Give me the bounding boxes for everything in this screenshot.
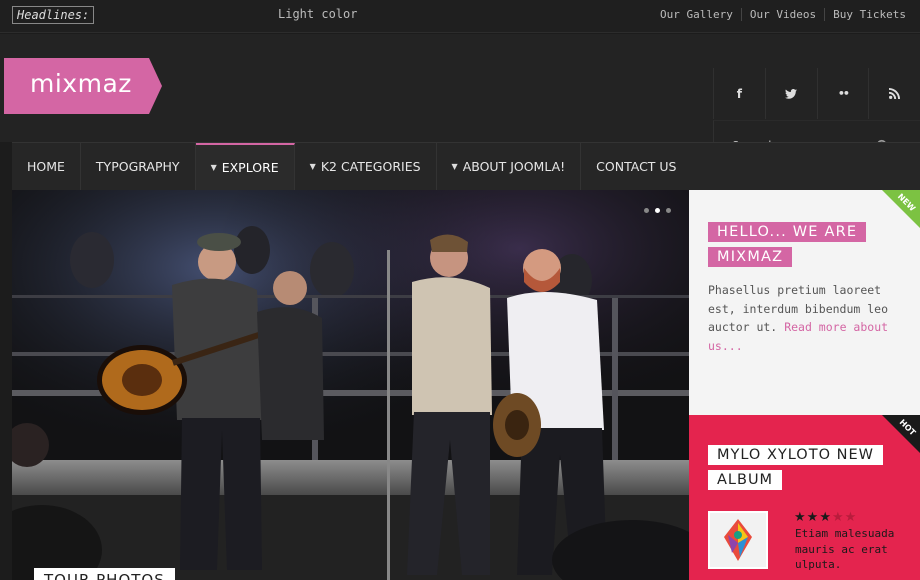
our-gallery-link[interactable]: Our Gallery	[652, 8, 741, 21]
star-filled-icon: ★	[806, 510, 820, 525]
caret-down-icon: ▼	[309, 162, 316, 171]
facebook-icon[interactable]: f	[713, 68, 765, 119]
twitter-icon[interactable]	[764, 68, 817, 119]
feature-box-new: NEW HELLO... WE ARE MIXMAZ Phasellus pre…	[689, 190, 920, 415]
star-filled-icon: ★	[794, 510, 807, 525]
nav-item-typography[interactable]: TYPOGRAPHY	[81, 143, 196, 190]
album-cover[interactable]	[708, 511, 768, 569]
feature-box-hot: HOT MYLO XYLOTO NEW ALBUM ★★★★★ Etiam ma…	[689, 415, 920, 580]
album-description: Etiam malesuada mauris ac erat ulputa.	[795, 527, 895, 571]
nav-item-contact-us[interactable]: CONTACT US	[581, 143, 691, 190]
top-bar: Headlines: Light color Our Gallery Our V…	[0, 0, 920, 33]
logo-text: mixmaz	[30, 69, 132, 98]
site-header: mixmaz f ••	[0, 34, 920, 175]
rss-icon[interactable]	[868, 68, 920, 119]
caret-down-icon: ▼	[451, 162, 458, 171]
concert-photo	[12, 190, 689, 580]
album-title: MYLO XYLOTO NEW ALBUM	[708, 443, 888, 493]
nav-item-home[interactable]: HOME	[12, 143, 81, 190]
slide-indicator	[644, 208, 671, 213]
nav-item-explore[interactable]: ▼ EXPLORE	[195, 143, 295, 190]
rating-stars[interactable]: ★★★★★	[794, 510, 857, 525]
star-empty-icon: ★	[831, 510, 845, 525]
flickr-icon[interactable]: ••	[816, 68, 869, 119]
headline-ticker[interactable]: Light color	[278, 7, 357, 21]
main-nav: HOME TYPOGRAPHY ▼ EXPLORE ▼ K2 CATEGORIES …	[12, 142, 920, 190]
feature-title: HELLO... WE ARE MIXMAZ	[708, 220, 867, 270]
nav-item-about-joomla[interactable]: ▼ ABOUT JOOMLA!	[437, 143, 582, 190]
star-empty-icon: ★	[844, 510, 858, 525]
buy-tickets-link[interactable]: Buy Tickets	[824, 8, 906, 21]
slide-dot[interactable]	[644, 208, 649, 213]
logo[interactable]: mixmaz	[4, 58, 162, 114]
nav-item-k2-categories[interactable]: ▼ K2 CATEGORIES	[295, 143, 437, 190]
top-links: Our Gallery Our Videos Buy Tickets	[652, 8, 906, 21]
headlines-label: Headlines:	[12, 6, 95, 24]
star-filled-icon: ★	[819, 510, 832, 525]
hero-slideshow[interactable]: TOUR PHOTOS	[12, 190, 689, 580]
social-links: f ••	[713, 68, 920, 119]
our-videos-link[interactable]: Our Videos	[740, 8, 824, 21]
slide-caption[interactable]: TOUR PHOTOS	[34, 568, 175, 580]
feature-body: Phasellus pretium laoreet est, interdum …	[708, 283, 889, 353]
slide-dot[interactable]	[666, 208, 671, 213]
slide-dot-active[interactable]	[655, 208, 660, 213]
caret-down-icon: ▼	[210, 163, 217, 172]
